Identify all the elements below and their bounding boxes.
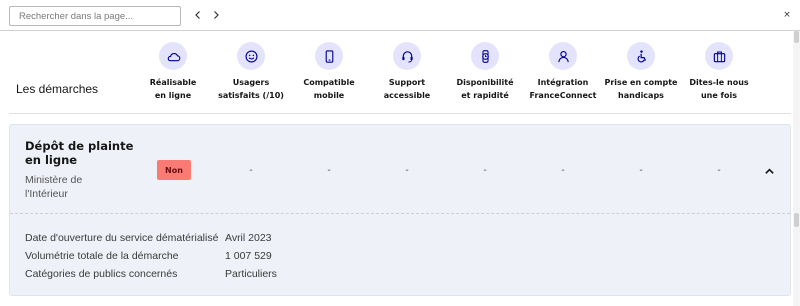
stopwatch-icon — [471, 42, 499, 70]
column-label: Dites-le nous une fois — [689, 78, 749, 100]
column-accessibility: Prise en compte handicaps — [601, 42, 681, 102]
user-icon — [549, 42, 577, 70]
cloud-icon — [159, 42, 187, 70]
mobile-value: - — [327, 165, 331, 176]
find-in-page-bar: × — [0, 0, 800, 31]
column-franceconnect: Intégration FranceConnect — [523, 42, 603, 102]
close-find-button[interactable]: × — [782, 10, 792, 20]
column-mobile: Compatible mobile — [289, 42, 369, 102]
accessibility-value: - — [639, 165, 643, 176]
close-icon: × — [783, 10, 791, 20]
detail-label: Catégories de publics concernés — [25, 268, 178, 280]
headset-icon — [393, 42, 421, 70]
find-previous-button[interactable] — [191, 8, 205, 22]
column-label: Support accessible — [383, 78, 431, 100]
scrollbar-thumb[interactable] — [794, 31, 799, 43]
column-label: Disponibilité et rapidité — [456, 78, 514, 100]
column-tell-us-once: Dites-le nous une fois — [679, 42, 759, 102]
tell-us-once-value: - — [717, 165, 721, 176]
chevron-left-icon — [195, 11, 200, 19]
chevron-up-icon — [764, 167, 774, 174]
franceconnect-value: - — [561, 165, 565, 176]
column-label: Prise en compte handicaps — [604, 78, 678, 100]
table-header: Les démarches Réalisable en ligne Usager… — [9, 31, 791, 114]
satisfaction-value: - — [249, 165, 253, 176]
column-label: Compatible mobile — [303, 78, 355, 100]
detail-value: Particuliers — [225, 268, 277, 280]
procedure-ministry: Ministère de l'Intérieur — [25, 174, 83, 200]
column-availability: Disponibilité et rapidité — [445, 42, 525, 102]
column-label: Usagers satisfaits (/10) — [218, 78, 284, 100]
scrollbar-thumb-lower[interactable] — [794, 213, 799, 227]
procedure-summary-row[interactable]: Dépôt de plainte en ligne Ministère de l… — [10, 125, 790, 214]
online-status-badge: Non — [157, 160, 191, 180]
find-input[interactable] — [9, 6, 181, 26]
column-label: Réalisable en ligne — [149, 78, 197, 100]
detail-value: 1 007 529 — [225, 250, 272, 262]
page-title: Les démarches — [16, 82, 99, 96]
availability-value: - — [483, 165, 487, 176]
column-label: Intégration FranceConnect — [529, 78, 597, 100]
page-scrollbar[interactable] — [793, 31, 800, 306]
smartphone-icon — [315, 42, 343, 70]
column-support: Support accessible — [367, 42, 447, 102]
find-next-button[interactable] — [209, 8, 223, 22]
procedure-title: Dépôt de plainte en ligne — [25, 139, 134, 167]
detail-label: Volumétrie totale de la démarche — [25, 250, 179, 262]
detail-value: Avril 2023 — [225, 232, 272, 244]
column-satisfaction: Usagers satisfaits (/10) — [211, 42, 291, 102]
procedure-card: Dépôt de plainte en ligne Ministère de l… — [9, 124, 791, 296]
support-value: - — [405, 165, 409, 176]
collapse-button[interactable] — [762, 164, 776, 178]
detail-label: Date d'ouverture du service dématérialis… — [25, 232, 219, 244]
chevron-right-icon — [214, 11, 219, 19]
smiley-icon — [237, 42, 265, 70]
wheelchair-icon — [627, 42, 655, 70]
column-online: Réalisable en ligne — [133, 42, 213, 102]
briefcase-icon — [705, 42, 733, 70]
